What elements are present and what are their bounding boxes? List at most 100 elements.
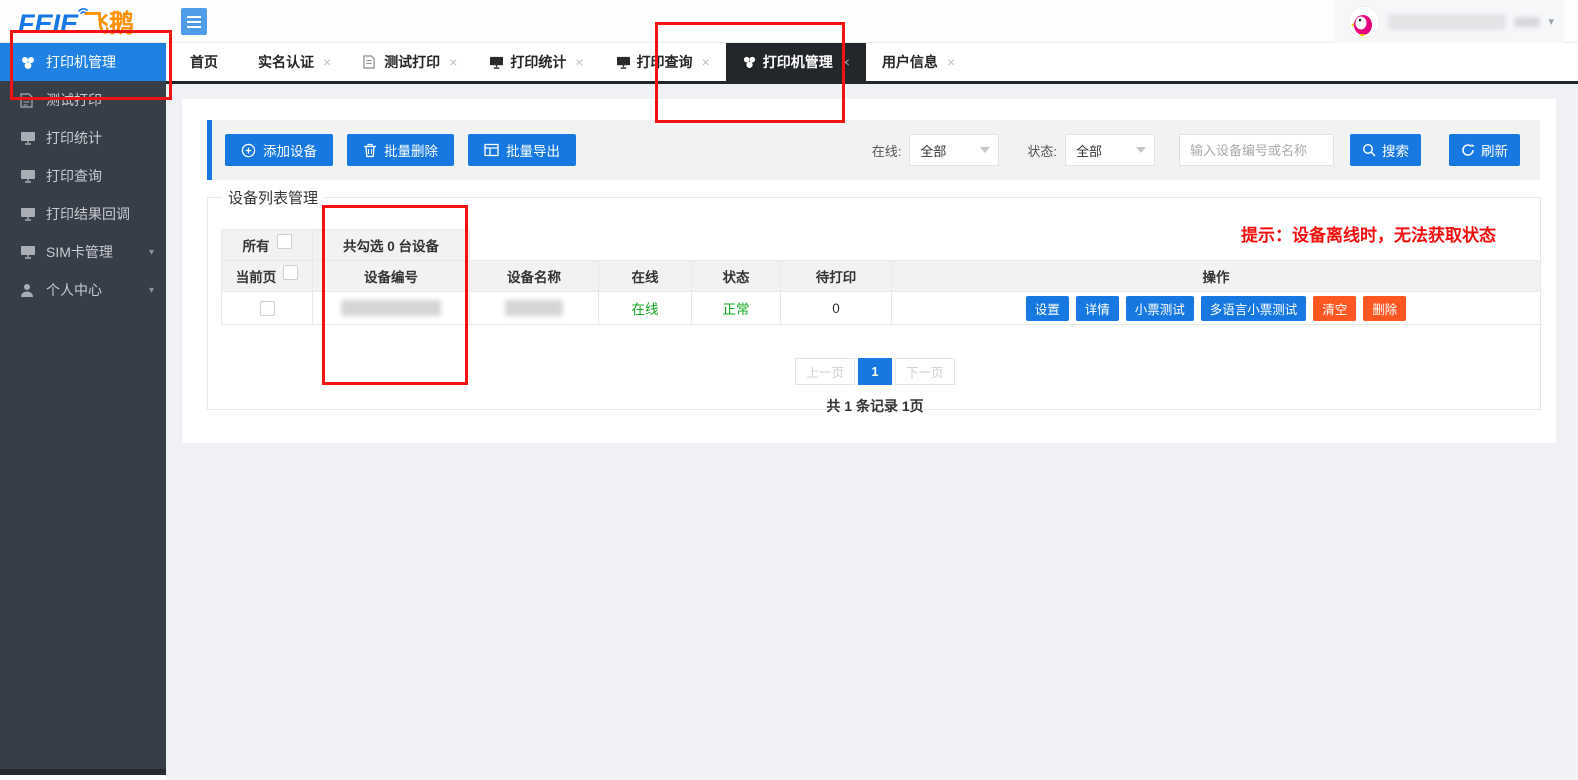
- toolbar-buttons: 添加设备 批量删除 批量导出: [225, 134, 576, 166]
- row-device-name-cell: [469, 291, 599, 325]
- online-filter-value: 全部: [920, 141, 946, 160]
- document-icon: [20, 92, 36, 108]
- tab-print-stats[interactable]: 打印统计 ×: [473, 43, 599, 81]
- device-list-panel: 设备列表管理 提示：设备离线时，无法获取状态 所有 共勾选 0 台设备: [207, 197, 1541, 410]
- selection-row-filler: [469, 229, 1541, 261]
- status-filter-label: 状态:: [1027, 141, 1057, 160]
- batch-delete-button[interactable]: 批量删除: [347, 134, 454, 166]
- col-header-device-number: 设备编号: [312, 260, 470, 292]
- pagination: 上一页 1 下一页: [208, 358, 1542, 385]
- logo-text-cn: 飞鹅: [84, 8, 134, 40]
- app-root: 添加设备 批量删除 批量导出 在线: 全部 状态:: [0, 0, 1578, 780]
- search-icon: [1362, 143, 1376, 157]
- col-header-actions: 操作: [891, 260, 1541, 292]
- prev-page-button[interactable]: 上一页: [795, 358, 855, 385]
- refresh-label: 刷新: [1481, 140, 1508, 160]
- tab-user-info[interactable]: 用户信息 ×: [866, 43, 971, 81]
- tab-home[interactable]: 首页: [166, 43, 242, 81]
- content-card: 添加设备 批量删除 批量导出 在线: 全部 状态:: [182, 99, 1556, 443]
- sidebar-item-label: 打印结果回调: [46, 204, 130, 224]
- table-row: 在线 正常 0 设置 详情 小票测试 多语言小票测试 清空 删除: [221, 291, 1541, 325]
- col-header-device-name: 设备名称: [469, 260, 599, 292]
- add-device-button[interactable]: 添加设备: [225, 134, 333, 166]
- selected-summary-cell: 共勾选 0 台设备: [312, 229, 470, 261]
- monitor-icon: [489, 55, 504, 70]
- online-filter-label: 在线:: [872, 141, 902, 160]
- close-icon[interactable]: ×: [947, 54, 955, 70]
- current-page-cell: 当前页: [221, 260, 313, 292]
- row-checkbox[interactable]: [260, 301, 275, 316]
- monitor-icon: [20, 244, 36, 260]
- wifi-signal-icon: [75, 2, 91, 20]
- chevron-down-icon: [1136, 147, 1146, 153]
- details-button[interactable]: 详情: [1076, 296, 1119, 321]
- next-page-button[interactable]: 下一页: [895, 358, 955, 385]
- multilang-receipt-test-button[interactable]: 多语言小票测试: [1201, 296, 1307, 321]
- add-device-label: 添加设备: [263, 140, 317, 160]
- select-all-checkbox[interactable]: [277, 234, 292, 249]
- close-icon[interactable]: ×: [323, 54, 331, 70]
- search-input[interactable]: [1179, 134, 1334, 166]
- top-bar: FEIE 飞鹅 ▾: [0, 0, 1578, 43]
- settings-button[interactable]: 设置: [1026, 296, 1069, 321]
- clear-button[interactable]: 清空: [1313, 296, 1356, 321]
- toolbar: 添加设备 批量删除 批量导出 在线: 全部 状态:: [207, 120, 1540, 180]
- panel-title: 设备列表管理: [222, 187, 324, 208]
- sidebar-item-test-print[interactable]: 测试打印: [0, 81, 166, 119]
- tab-real-name-auth[interactable]: 实名认证 ×: [242, 43, 347, 81]
- sidebar-item-print-stats[interactable]: 打印统计: [0, 119, 166, 157]
- tab-test-print[interactable]: 测试打印 ×: [347, 43, 473, 81]
- blurred-username-extra: [1514, 17, 1540, 27]
- tab-printer-management[interactable]: 打印机管理 ×: [726, 43, 866, 81]
- select-all-label: 所有: [243, 235, 270, 255]
- blurred-device-number: [341, 300, 441, 316]
- current-page-checkbox[interactable]: [283, 265, 298, 280]
- refresh-button[interactable]: 刷新: [1449, 134, 1520, 166]
- row-online-status: 在线: [598, 291, 692, 325]
- receipt-test-button[interactable]: 小票测试: [1126, 296, 1194, 321]
- close-icon[interactable]: ×: [842, 54, 850, 70]
- current-page-label: 当前页: [236, 266, 277, 286]
- sidebar-item-print-query[interactable]: 打印查询: [0, 157, 166, 195]
- row-device-number-cell: [312, 291, 470, 325]
- table-export-icon: [484, 143, 499, 157]
- row-checkbox-cell: [221, 291, 313, 325]
- sidebar: 打印机管理 测试打印 打印统计 打印查询 打印结果回调 SIM卡管理 ▾ 个人中…: [0, 43, 166, 775]
- close-icon[interactable]: ×: [575, 54, 583, 70]
- sidebar-item-label: 打印查询: [46, 166, 102, 186]
- document-icon: [363, 55, 378, 70]
- status-filter-select[interactable]: 全部: [1065, 134, 1155, 166]
- sidebar-item-printer-management[interactable]: 打印机管理: [0, 43, 166, 81]
- trash-icon: [363, 143, 377, 158]
- user-menu[interactable]: ▾: [1334, 0, 1564, 43]
- col-header-online: 在线: [598, 260, 692, 292]
- close-icon[interactable]: ×: [702, 54, 710, 70]
- sidebar-item-personal-center[interactable]: 个人中心 ▾: [0, 271, 166, 309]
- page-1-button[interactable]: 1: [858, 358, 892, 385]
- tab-label: 首页: [190, 52, 218, 72]
- delete-button[interactable]: 删除: [1363, 296, 1406, 321]
- status-filter-value: 全部: [1076, 141, 1102, 160]
- close-icon[interactable]: ×: [449, 54, 457, 70]
- gears-icon: [742, 55, 757, 70]
- blurred-username: [1388, 14, 1506, 30]
- chevron-down-icon: ▾: [149, 285, 154, 296]
- search-button[interactable]: 搜索: [1350, 134, 1421, 166]
- menu-toggle-button[interactable]: [181, 8, 207, 35]
- tab-label: 打印机管理: [763, 52, 833, 72]
- sidebar-bottom-strip: [0, 769, 166, 775]
- sidebar-item-sim-management[interactable]: SIM卡管理 ▾: [0, 233, 166, 271]
- batch-export-button[interactable]: 批量导出: [468, 134, 576, 166]
- tab-print-query[interactable]: 打印查询 ×: [600, 43, 726, 81]
- blurred-device-name: [505, 300, 563, 316]
- search-label: 搜索: [1382, 140, 1409, 160]
- batch-delete-label: 批量删除: [384, 140, 438, 160]
- monitor-icon: [616, 55, 631, 70]
- select-all-cell: 所有: [221, 229, 313, 261]
- online-filter-select[interactable]: 全部: [909, 134, 999, 166]
- tab-label: 实名认证: [258, 52, 314, 72]
- sidebar-item-print-callback[interactable]: 打印结果回调: [0, 195, 166, 233]
- row-pending-count: 0: [780, 291, 892, 325]
- table-header-row: 当前页 设备编号 设备名称 在线 状态 待打印 操作: [221, 260, 1541, 292]
- sidebar-item-label: 打印机管理: [46, 52, 116, 72]
